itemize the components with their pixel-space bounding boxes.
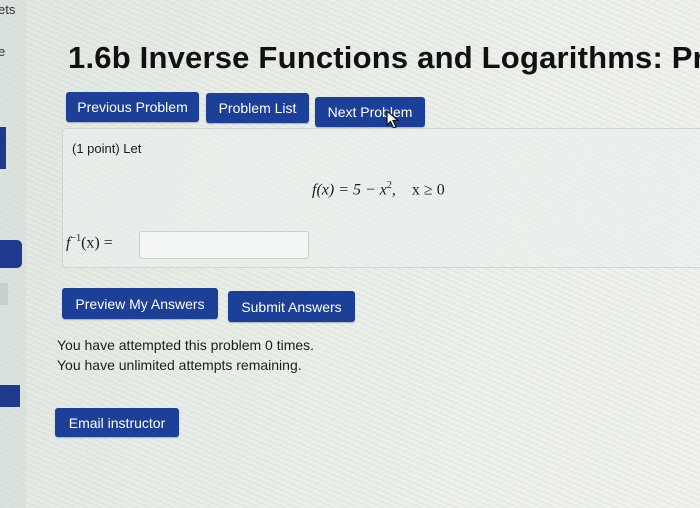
mouse-cursor-icon bbox=[386, 110, 400, 129]
sidebar-button[interactable] bbox=[0, 240, 22, 268]
page-title: 1.6b Inverse Functions and Logarithms: P… bbox=[68, 40, 700, 75]
answer-label: f−1(x) = bbox=[66, 233, 113, 252]
problem-intro: (1 point) Let bbox=[72, 141, 142, 156]
submit-answers-button[interactable]: Submit Answers bbox=[228, 291, 355, 322]
sidebar-scroll-handle[interactable] bbox=[0, 283, 8, 305]
remaining-attempts-text: You have unlimited attempts remaining. bbox=[57, 357, 302, 373]
problem-list-button[interactable]: Problem List bbox=[206, 93, 309, 123]
problem-formula: f(x) = 5 − x2, x ≥ 0 bbox=[312, 180, 445, 199]
previous-problem-button[interactable]: Previous Problem bbox=[66, 92, 199, 122]
sidebar-button[interactable] bbox=[0, 385, 20, 407]
sidebar-fragment-second: e bbox=[0, 44, 6, 59]
answer-suffix: (x) = bbox=[81, 234, 113, 252]
formula-left: f(x) = 5 − x bbox=[312, 181, 387, 199]
preview-answers-button[interactable]: Preview My Answers bbox=[62, 288, 218, 319]
next-problem-button[interactable]: Next Problem bbox=[315, 97, 425, 127]
answer-input[interactable] bbox=[139, 231, 309, 259]
formula-right: , x ≥ 0 bbox=[391, 181, 445, 199]
email-instructor-button[interactable]: Email instructor bbox=[55, 408, 179, 437]
sidebar-active-marker bbox=[0, 127, 6, 169]
attempts-text: You have attempted this problem 0 times. bbox=[57, 337, 315, 353]
answer-exponent: −1 bbox=[70, 233, 82, 244]
sidebar-fragment-top: ets bbox=[0, 2, 16, 17]
